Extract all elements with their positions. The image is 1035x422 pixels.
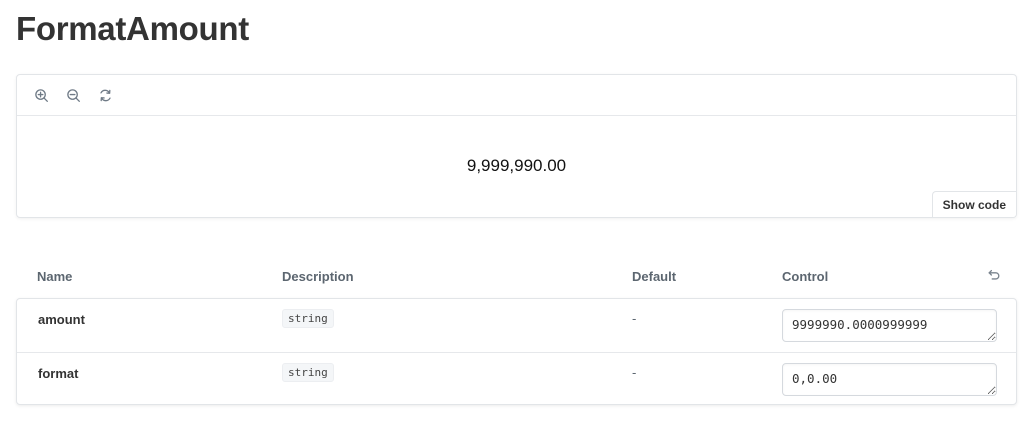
reset-zoom-button[interactable] — [93, 83, 117, 107]
header-default: Default — [632, 269, 677, 284]
preview-canvas: 9,999,990.00 Show code — [17, 116, 1016, 217]
arg-name: amount — [38, 312, 85, 327]
reset-zoom-icon — [99, 89, 111, 101]
amount-control-input[interactable]: 9999990.0000999999 — [782, 309, 997, 342]
arg-name: format — [38, 366, 79, 381]
page-title: FormatAmount — [16, 10, 249, 47]
zoom-in-button[interactable] — [29, 83, 53, 107]
arg-default: - — [632, 365, 637, 380]
header-control: Control — [782, 269, 829, 284]
table-row: format string - 0,0.00 — [17, 352, 1016, 404]
formatted-amount: 9,999,990.00 — [466, 156, 567, 175]
arg-type-badge: string — [282, 363, 334, 382]
zoom-out-icon — [66, 88, 80, 102]
zoom-out-button[interactable] — [61, 83, 85, 107]
arg-default: - — [632, 311, 637, 326]
args-table-header: Name Description Default Control — [16, 262, 1017, 292]
preview-toolbar — [17, 75, 1016, 116]
format-control-input[interactable]: 0,0.00 — [782, 363, 997, 396]
table-row: amount string - 9999990.0000999999 — [17, 299, 1016, 352]
args-table: amount string - 9999990.0000999999 forma… — [16, 298, 1017, 405]
story-preview-panel: 9,999,990.00 Show code — [16, 74, 1017, 218]
zoom-in-icon — [34, 88, 48, 102]
show-code-button[interactable]: Show code — [931, 191, 1016, 217]
header-name: Name — [37, 269, 73, 284]
arg-type-badge: string — [282, 309, 334, 328]
reset-controls-icon[interactable] — [987, 268, 1003, 284]
header-description: Description — [282, 269, 354, 284]
